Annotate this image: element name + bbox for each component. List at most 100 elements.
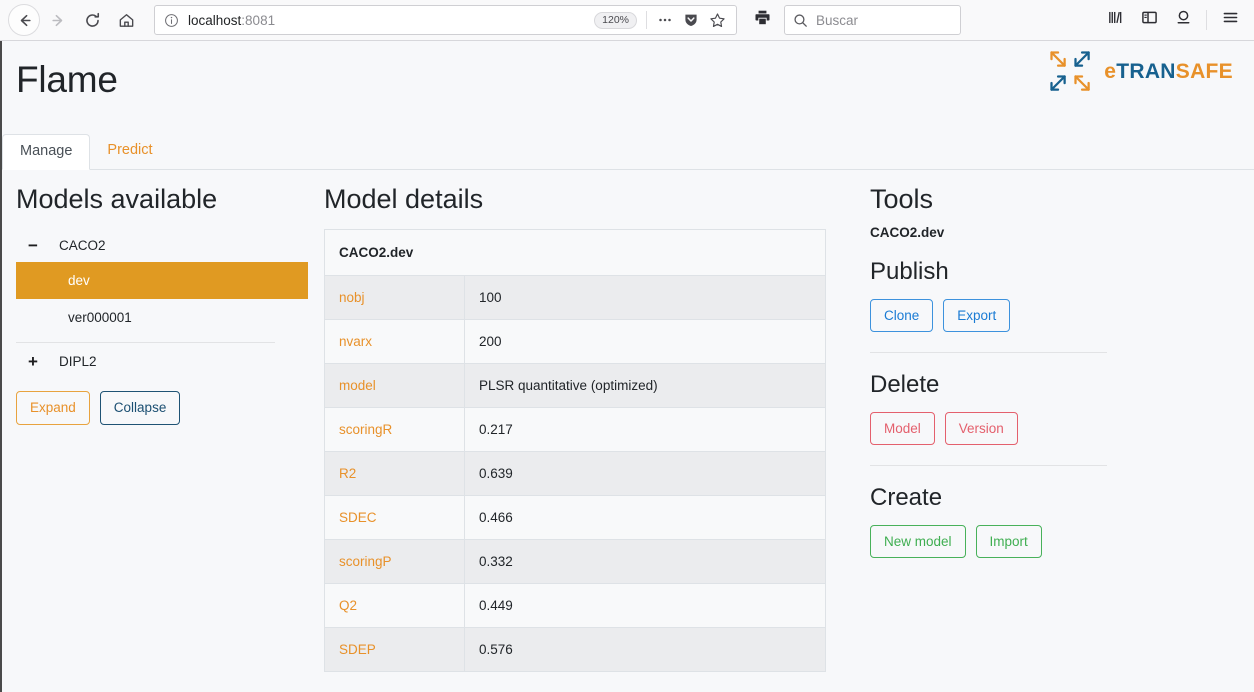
tree-node-caco2[interactable]: − CACO2 [16, 229, 308, 262]
arrow-bottom-right-icon [1072, 73, 1094, 95]
details-table-head: CACO2.dev [324, 229, 826, 276]
home-icon [118, 12, 135, 29]
account-button[interactable] [1167, 4, 1199, 36]
tab-manage-label: Manage [20, 143, 73, 160]
table-row: SDEC 0.466 [324, 495, 826, 540]
row-value: 0.639 [464, 451, 826, 496]
models-panel: Models available − CACO2 dev ver000001 +… [2, 176, 322, 672]
brand-tran: TRAN [1116, 60, 1176, 83]
expand-button[interactable]: Expand [16, 391, 90, 425]
brand-safe: SAFE [1175, 60, 1233, 83]
url-bar[interactable]: localhost:8081 120% [154, 5, 737, 35]
tab-manage[interactable]: Manage [2, 134, 91, 170]
tools-group-publish-buttons: Clone Export [870, 298, 1234, 333]
browser-search-bar[interactable]: Buscar [784, 5, 961, 35]
tools-group-create-buttons: New model Import [870, 524, 1234, 559]
reload-button[interactable] [76, 4, 108, 36]
arrow-top-right-icon [1072, 49, 1094, 71]
tools-panel-heading: Tools [870, 184, 934, 214]
tools-panel: Tools CACO2.dev Publish Clone Export Del… [862, 176, 1254, 672]
delete-version-button[interactable]: Version [944, 411, 1018, 446]
tab-predict-label: Predict [107, 142, 153, 159]
hamburger-menu-icon [1222, 9, 1239, 31]
search-input[interactable]: Buscar [816, 13, 858, 28]
table-row: nvarx 200 [324, 319, 826, 364]
model-details-table: CACO2.dev nobj 100 nvarx 200 model PLSR … [324, 229, 826, 673]
page-content: Flame eTRANSAFE Manage Predict Models av… [0, 41, 1254, 692]
tree-node-caco2-label: CACO2 [59, 238, 106, 254]
row-value: PLSR quantitative (optimized) [464, 363, 826, 408]
row-key: nobj [324, 275, 465, 320]
search-icon [793, 13, 808, 28]
row-key: scoringP [324, 539, 465, 584]
brand-wordmark: eTRANSAFE [1104, 60, 1233, 84]
bookmark-star-icon[interactable] [704, 7, 730, 33]
minus-icon[interactable]: − [28, 237, 50, 254]
library-button[interactable] [1099, 4, 1131, 36]
row-value: 100 [464, 275, 826, 320]
models-tree: − CACO2 dev ver000001 + DIPL2 [16, 229, 308, 378]
table-row: R2 0.639 [324, 451, 826, 496]
clone-button[interactable]: Clone [870, 298, 934, 333]
tab-predict[interactable]: Predict [90, 133, 169, 169]
brand-e: e [1104, 60, 1117, 83]
url-host: localhost [188, 12, 242, 28]
row-key: model [324, 363, 465, 408]
arrow-bottom-left-icon [1048, 73, 1070, 95]
row-key: scoringR [324, 407, 465, 452]
pocket-shield-icon[interactable] [678, 7, 704, 33]
tools-panel-subtitle: CACO2.dev [870, 225, 945, 241]
tools-group-create-title: Create [870, 484, 943, 512]
etransafe-logo: eTRANSAFE [1048, 49, 1233, 95]
forward-button[interactable] [42, 4, 74, 36]
page-actions-ellipsis-icon[interactable] [652, 7, 678, 33]
new-model-button[interactable]: New model [870, 524, 966, 559]
row-value: 0.332 [464, 539, 826, 584]
browser-toolbar-right [1099, 4, 1246, 36]
row-key: nvarx [324, 319, 465, 364]
sidebar-toggle-button[interactable] [1133, 4, 1165, 36]
models-panel-heading: Models available [16, 184, 218, 214]
table-row: SDEP 0.576 [324, 627, 826, 672]
collapse-button[interactable]: Collapse [99, 391, 181, 425]
tree-item-dev[interactable]: dev [16, 262, 308, 300]
table-row: nobj 100 [324, 275, 826, 320]
url-text: localhost:8081 [188, 13, 594, 28]
tools-divider-2 [870, 465, 1107, 467]
import-button[interactable]: Import [975, 524, 1042, 559]
app-header: Flame eTRANSAFE [2, 41, 1254, 133]
account-icon [1175, 9, 1192, 31]
table-row: Q2 0.449 [324, 583, 826, 628]
export-button[interactable]: Export [943, 298, 1011, 333]
tools-group-delete-title: Delete [870, 371, 940, 399]
back-button[interactable] [8, 4, 40, 36]
browser-toolbar: localhost:8081 120% Buscar [0, 0, 1254, 41]
row-value: 0.217 [464, 407, 826, 452]
arrow-top-left-icon [1048, 49, 1070, 71]
delete-model-button[interactable]: Model [870, 411, 935, 446]
tree-action-buttons: Expand Collapse [16, 391, 308, 425]
back-arrow-icon [16, 12, 33, 29]
info-circle-icon[interactable] [164, 13, 179, 28]
details-table-body: nobj 100 nvarx 200 model PLSR quantitati… [324, 275, 826, 672]
sidebar-icon [1141, 9, 1158, 31]
row-key: SDEC [324, 495, 465, 540]
home-button[interactable] [110, 4, 142, 36]
main-tabs: Manage Predict [2, 134, 1254, 170]
print-button[interactable] [747, 5, 777, 35]
row-key: Q2 [324, 583, 465, 628]
tools-group-publish-title: Publish [870, 258, 949, 286]
row-value: 0.466 [464, 495, 826, 540]
plus-icon[interactable]: + [28, 353, 50, 370]
app-menu-button[interactable] [1214, 4, 1246, 36]
library-icon [1107, 9, 1124, 31]
reload-icon [84, 12, 101, 29]
zoom-level-indicator[interactable]: 120% [594, 11, 637, 29]
main-columns: Models available − CACO2 dev ver000001 +… [2, 170, 1254, 673]
row-key: R2 [324, 451, 465, 496]
tree-node-dipl2-label: DIPL2 [59, 354, 97, 370]
tree-divider [16, 342, 275, 344]
tree-node-dipl2[interactable]: + DIPL2 [16, 345, 308, 378]
tree-item-ver000001[interactable]: ver000001 [16, 299, 308, 336]
print-icon [754, 9, 771, 31]
